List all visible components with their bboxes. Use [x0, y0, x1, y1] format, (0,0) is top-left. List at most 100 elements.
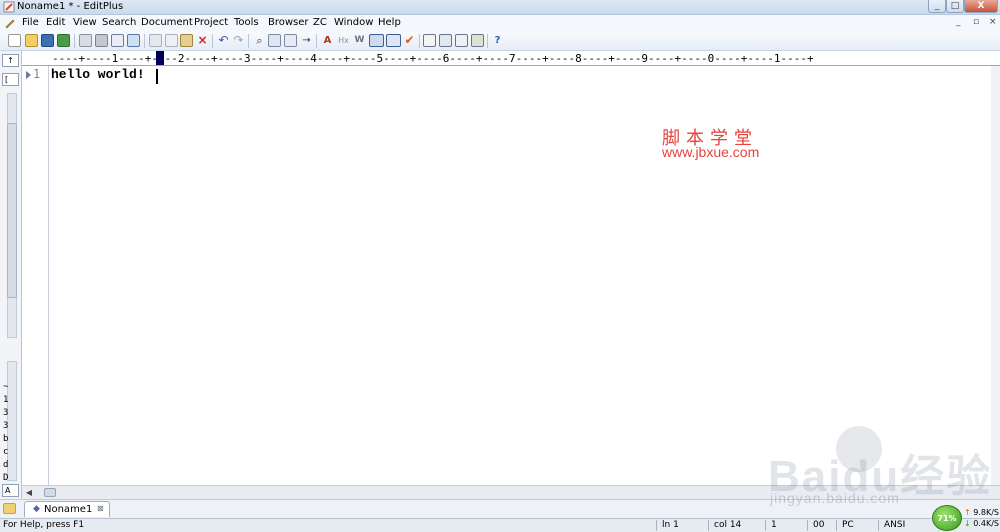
site-watermark-url: www.jbxue.com	[662, 144, 760, 160]
code-line[interactable]: hello world!	[51, 67, 145, 82]
toolbar-separator	[74, 34, 75, 48]
horizontal-scroll-thumb[interactable]	[44, 488, 56, 497]
file-list[interactable]: ~ 1 3 3 b c d D e	[3, 381, 8, 498]
font-icon[interactable]: A	[321, 34, 334, 47]
check-icon[interactable]: ✔	[403, 34, 416, 47]
download-arrow-icon: ↓	[964, 519, 971, 528]
drive-dropdown[interactable]: [	[2, 73, 19, 86]
file-list-item[interactable]: ~	[3, 381, 8, 394]
menu-bar: File Edit View Search Document Project T…	[0, 15, 1000, 31]
file-list-item[interactable]: 1	[3, 394, 8, 407]
cut-icon[interactable]	[149, 34, 162, 47]
directory-scroll-thumb[interactable]	[7, 123, 17, 298]
toolbar-separator	[144, 34, 145, 48]
file-list-item[interactable]: 3	[3, 407, 8, 420]
toolbar-separator	[212, 34, 213, 48]
view-4-icon[interactable]	[471, 34, 484, 47]
vertical-scrollbar[interactable]	[991, 66, 1000, 485]
mdi-minimize-button[interactable]: _	[956, 17, 961, 27]
copy-icon[interactable]	[165, 34, 178, 47]
maximize-button[interactable]: □	[946, 0, 964, 13]
status-line: ln 1	[662, 520, 679, 530]
html-preview-icon[interactable]	[127, 34, 140, 47]
menu-zc[interactable]: ZC	[313, 17, 327, 28]
print-preview-icon[interactable]	[79, 34, 92, 47]
ruler-scale: ----+----1----+----2----+----3----+----4…	[52, 52, 814, 65]
replace-icon[interactable]	[268, 34, 281, 47]
undo-icon[interactable]: ↶	[217, 34, 230, 47]
editplus-window: Noname1 * - EditPlus _ □ X File Edit Vie…	[0, 0, 1000, 532]
save-all-icon[interactable]	[57, 34, 70, 47]
menu-document[interactable]: Document	[141, 17, 193, 28]
filter-dropdown[interactable]: A	[2, 484, 19, 497]
document-menu-icon[interactable]	[4, 17, 16, 29]
mdi-restore-button[interactable]: ▫	[973, 17, 979, 27]
status-overwrite: 00	[813, 520, 825, 530]
spellcheck-icon[interactable]	[111, 34, 124, 47]
word-wrap-icon[interactable]: W	[353, 34, 366, 47]
scroll-left-icon[interactable]: ◀	[24, 488, 34, 498]
ruler: ----+----1----+----2----+----3----+----4…	[22, 51, 1000, 66]
toolbar-separator	[419, 34, 420, 48]
tab-noname1[interactable]: ◆ Noname1 ⊠	[24, 501, 110, 517]
find-icon[interactable]: ⌕	[253, 34, 266, 47]
new-icon[interactable]	[8, 34, 21, 47]
file-list-scrollbar[interactable]	[7, 361, 17, 481]
file-list-item[interactable]: c	[3, 446, 8, 459]
file-list-item[interactable]: 3	[3, 420, 8, 433]
download-speed: ↓ 0.4K/S	[964, 519, 999, 528]
save-icon[interactable]	[41, 34, 54, 47]
menu-browser[interactable]: Browser	[268, 17, 309, 28]
status-separator	[836, 520, 837, 531]
editplus-app-icon	[3, 1, 15, 13]
open-icon[interactable]	[25, 34, 38, 47]
editor-area[interactable]: 1 hello world! 脚本学堂 www.jbxue.com	[22, 66, 991, 485]
menu-window[interactable]: Window	[334, 17, 373, 28]
menu-file[interactable]: File	[22, 17, 39, 28]
status-column: col 14	[714, 520, 742, 530]
upload-speed-value: 9.8K/S	[973, 508, 999, 517]
menu-view[interactable]: View	[73, 17, 97, 28]
toolbar-separator	[316, 34, 317, 48]
network-meter[interactable]: 71%	[932, 505, 962, 531]
menu-search[interactable]: Search	[102, 17, 136, 28]
tab-label: Noname1	[44, 504, 93, 515]
goto-icon[interactable]: →	[300, 34, 313, 47]
ruler-icon[interactable]	[369, 34, 384, 47]
minimize-button[interactable]: _	[928, 0, 946, 13]
folder-icon[interactable]	[3, 503, 16, 514]
ruler-cursor-marker	[156, 51, 164, 65]
upload-speed: ↑ 9.8K/S	[964, 508, 999, 517]
print-icon[interactable]	[95, 34, 108, 47]
status-encoding[interactable]: ANSI	[884, 520, 905, 530]
redo-icon[interactable]: ↷	[232, 34, 245, 47]
directory-panel: ↑ [ ~ 1 3 3 b c d D e A	[0, 51, 22, 499]
close-button[interactable]: X	[964, 0, 998, 13]
menu-tools[interactable]: Tools	[234, 17, 259, 28]
line-number-gutter: 1	[22, 66, 49, 485]
menu-help[interactable]: Help	[378, 17, 401, 28]
menu-edit[interactable]: Edit	[46, 17, 65, 28]
tab-close-icon[interactable]: ⊠	[97, 504, 104, 513]
file-list-item[interactable]: d	[3, 459, 8, 472]
find-in-files-icon[interactable]	[284, 34, 297, 47]
view-2-icon[interactable]	[439, 34, 452, 47]
help-icon[interactable]: ?	[491, 34, 504, 47]
hex-icon[interactable]: Hx	[337, 34, 350, 47]
current-line-marker-icon	[26, 71, 31, 79]
mdi-close-button[interactable]: ×	[989, 17, 997, 27]
document-icon: ◆	[33, 504, 40, 514]
view-1-icon[interactable]	[423, 34, 436, 47]
status-help-text: For Help, press F1	[3, 520, 85, 530]
status-file-format[interactable]: PC	[842, 520, 854, 530]
delete-icon[interactable]: ×	[196, 34, 209, 47]
toolbar-separator	[248, 34, 249, 48]
toolbar-separator	[487, 34, 488, 48]
status-separator	[878, 520, 879, 531]
panel-pin-button[interactable]: ↑	[2, 54, 19, 67]
column-select-icon[interactable]	[386, 34, 401, 47]
view-3-icon[interactable]	[455, 34, 468, 47]
paste-icon[interactable]	[180, 34, 193, 47]
menu-project[interactable]: Project	[194, 17, 228, 28]
file-list-item[interactable]: b	[3, 433, 8, 446]
